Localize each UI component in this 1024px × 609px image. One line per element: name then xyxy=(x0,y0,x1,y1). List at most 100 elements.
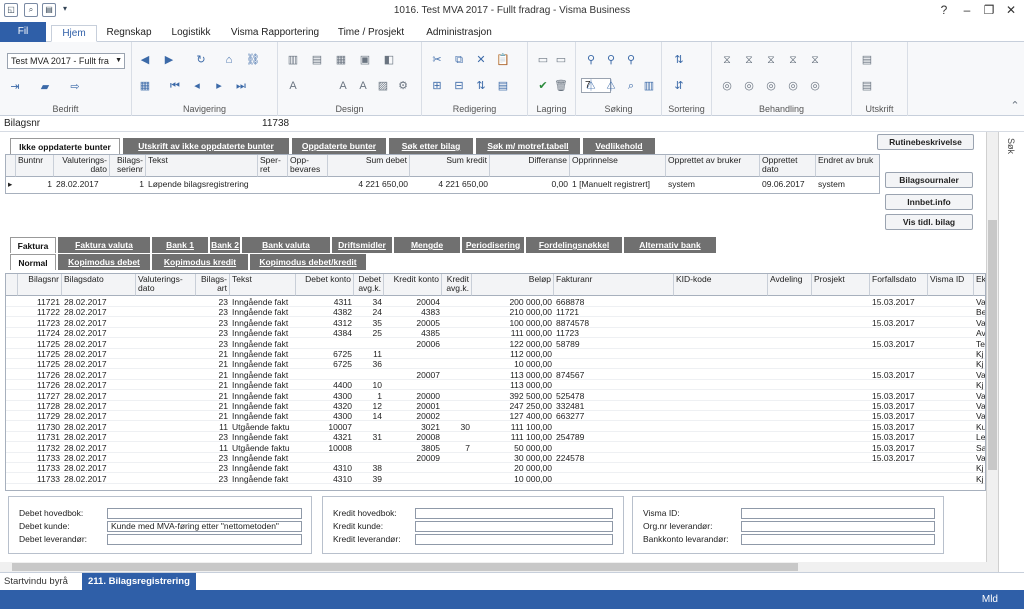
font-shrink-icon[interactable]: A xyxy=(356,80,370,92)
voucher-cell[interactable]: 30 000,00 xyxy=(472,453,554,463)
tab-faktura[interactable]: Faktura xyxy=(10,237,56,253)
find-all-icon[interactable]: ⚲ xyxy=(624,54,638,66)
vertical-scrollbar[interactable] xyxy=(986,132,998,562)
back-icon[interactable]: ◀ xyxy=(138,54,152,66)
voucher-cell[interactable]: 11723 xyxy=(18,318,62,328)
process-icon[interactable]: ⧖ xyxy=(720,54,734,66)
voucher-cell[interactable]: 200 000,00 xyxy=(472,297,554,307)
trash-icon[interactable]: 🗑 xyxy=(554,80,568,92)
voucher-cell[interactable]: 4321 xyxy=(296,432,354,442)
print-icon[interactable]: ▤ xyxy=(860,54,874,66)
voucher-cell[interactable]: 35 xyxy=(354,318,384,328)
table-icon[interactable]: ▦ xyxy=(138,80,152,92)
tab-time-prosjekt[interactable]: Time / Prosjekt xyxy=(333,25,409,42)
voucher-column-header[interactable]: KID-kode xyxy=(674,274,768,296)
voucher-cell[interactable]: 210 000,00 xyxy=(472,307,554,317)
voucher-column-header[interactable]: Prosjekt xyxy=(812,274,870,296)
search-side-panel[interactable]: Søk xyxy=(998,132,1024,572)
bankkonto-field[interactable] xyxy=(741,534,935,545)
first-icon[interactable]: ⏮ xyxy=(168,80,182,92)
voucher-cell[interactable]: Be xyxy=(974,307,985,317)
company-select[interactable]: Test MVA 2017 - Fullt fra ▼ xyxy=(7,53,125,69)
status-mld[interactable]: Mld xyxy=(982,594,998,605)
tab-periodisering[interactable]: Periodisering xyxy=(462,237,524,253)
voucher-cell[interactable]: Inngående fakt xyxy=(230,318,296,328)
voucher-cell[interactable]: Inngående fakt xyxy=(230,401,296,411)
batch-cell[interactable]: 4 221 650,00 xyxy=(328,179,410,189)
delete-row-icon[interactable]: ⊟ xyxy=(452,80,466,92)
voucher-cell[interactable]: 254789 xyxy=(554,432,674,442)
voucher-cell[interactable]: 11733 xyxy=(18,474,62,484)
voucher-column-header[interactable]: Beløp xyxy=(472,274,554,296)
batch-column-header[interactable]: Bilags- serienr xyxy=(110,155,146,177)
tab-mengde[interactable]: Mengde xyxy=(394,237,460,253)
batch-cell[interactable]: 1 xyxy=(16,179,54,189)
voucher-cell[interactable]: 20 000,00 xyxy=(472,463,554,473)
voucher-cell[interactable]: 11725 xyxy=(18,339,62,349)
voucher-cell[interactable]: 28.02.2017 xyxy=(62,339,136,349)
voucher-cell[interactable]: 23 xyxy=(196,474,230,484)
voucher-cell[interactable]: 525478 xyxy=(554,391,674,401)
voucher-cell[interactable]: Inngående fakt xyxy=(230,349,296,359)
voucher-cell[interactable]: Kj xyxy=(974,359,985,369)
debet-hovedbok-field[interactable] xyxy=(107,508,302,519)
confirm-icon[interactable]: ✔ xyxy=(536,80,550,92)
voucher-cell[interactable]: 1 xyxy=(354,391,384,401)
voucher-cell[interactable]: 38 xyxy=(354,463,384,473)
tab-administrasjon[interactable]: Administrasjon xyxy=(420,25,498,42)
insert-row-icon[interactable]: ⊞ xyxy=(430,80,444,92)
batch-column-header[interactable] xyxy=(6,155,16,177)
voucher-cell[interactable]: 11726 xyxy=(18,370,62,380)
voucher-cell[interactable]: 4311 xyxy=(296,297,354,307)
font-grow-icon[interactable]: A xyxy=(336,80,350,92)
voucher-cell[interactable]: 21 xyxy=(196,401,230,411)
cut-icon[interactable]: ✂ xyxy=(430,54,444,66)
voucher-column-header[interactable]: Visma ID xyxy=(928,274,974,296)
voucher-cell[interactable]: Inngående fakt xyxy=(230,463,296,473)
voucher-cell[interactable]: 11725 xyxy=(18,349,62,359)
batch-column-header[interactable]: Opp- bevares xyxy=(288,155,328,177)
voucher-cell[interactable]: 15.03.2017 xyxy=(870,339,928,349)
batch-grid[interactable]: Buntnr Valuterings- dato Bilags- serienr Te… xyxy=(5,154,880,194)
tab-alternativ-bank[interactable]: Alternativ bank xyxy=(624,237,716,253)
voucher-cell[interactable]: 874567 xyxy=(554,370,674,380)
tab-ikke-oppdaterte-bunter[interactable]: Ikke oppdaterte bunter xyxy=(10,138,120,154)
voucher-cell[interactable]: 28.02.2017 xyxy=(62,318,136,328)
voucher-cell[interactable]: Ku xyxy=(974,422,985,432)
voucher-column-header[interactable]: Kredit avg.k. xyxy=(442,274,472,296)
font-icon[interactable]: A xyxy=(286,80,300,92)
run-icon[interactable]: ◎ xyxy=(786,80,800,92)
voucher-cell[interactable]: 23 xyxy=(196,318,230,328)
tab-vedlikehold[interactable]: Vedlikehold xyxy=(583,138,655,154)
voucher-cell[interactable]: 50 000,00 xyxy=(472,443,554,453)
voucher-cell[interactable]: 21 xyxy=(196,391,230,401)
horizontal-scrollbar[interactable] xyxy=(0,562,998,572)
delete-icon[interactable]: ✕ xyxy=(474,54,488,66)
columns-icon[interactable]: ▥ xyxy=(286,54,300,66)
find-icon[interactable]: ▥ xyxy=(642,80,656,92)
voucher-cell[interactable]: 11 xyxy=(196,443,230,453)
vis-tidl-bilag-button[interactable]: Vis tidl. bilag xyxy=(885,214,973,230)
voucher-cell[interactable]: 11730 xyxy=(18,422,62,432)
voucher-column-header[interactable]: Bilagsdato xyxy=(62,274,136,296)
voucher-cell[interactable]: 3021 xyxy=(384,422,442,432)
voucher-cell[interactable]: 4312 xyxy=(296,318,354,328)
voucher-cell[interactable]: 15.03.2017 xyxy=(870,443,928,453)
voucher-cell[interactable]: 11721 xyxy=(18,297,62,307)
voucher-cell[interactable]: 39 xyxy=(354,474,384,484)
voucher-cell[interactable]: 3805 xyxy=(384,443,442,453)
batch-column-header[interactable]: Valuterings- dato xyxy=(54,155,110,177)
batch-column-header[interactable]: Opprettet av bruker xyxy=(666,155,760,177)
voucher-cell[interactable]: 28.02.2017 xyxy=(62,370,136,380)
sort-descending-icon[interactable]: ⇵ xyxy=(672,80,686,92)
voucher-cell[interactable]: Va xyxy=(974,297,985,307)
voucher-cell[interactable]: 10008 xyxy=(296,443,354,453)
voucher-cell[interactable]: 10007 xyxy=(296,422,354,432)
voucher-cell[interactable]: 34 xyxy=(354,297,384,307)
voucher-cell[interactable]: 20001 xyxy=(384,401,442,411)
voucher-cell[interactable]: 4383 xyxy=(384,307,442,317)
batch-column-header[interactable]: Opprettet dato xyxy=(760,155,816,177)
voucher-cell[interactable]: 11733 xyxy=(18,453,62,463)
voucher-cell[interactable]: 28.02.2017 xyxy=(62,359,136,369)
voucher-column-header[interactable]: Bilags- art xyxy=(196,274,230,296)
